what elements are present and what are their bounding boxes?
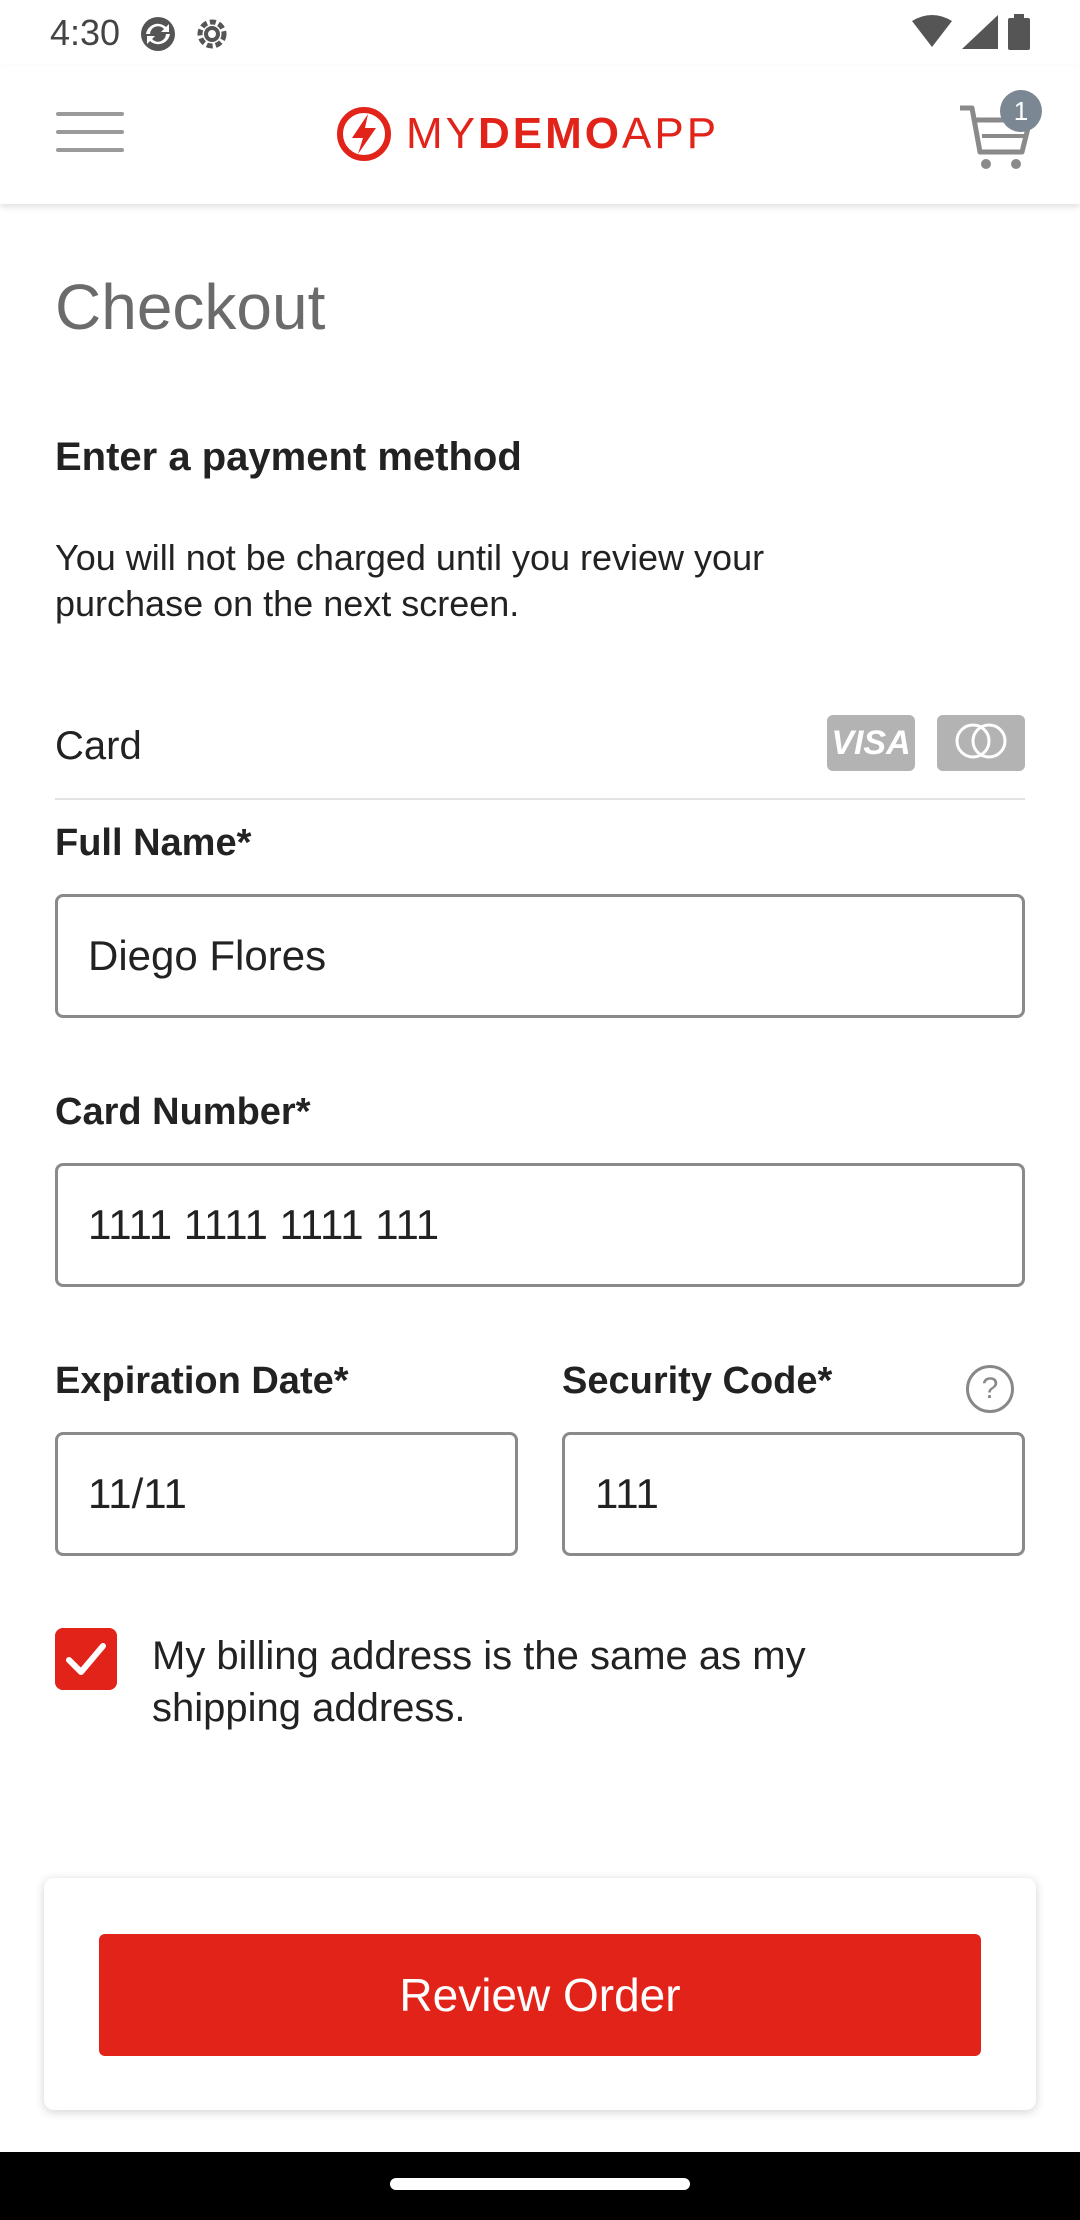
billing-same-checkbox[interactable] [55, 1628, 117, 1690]
wifi-icon [912, 15, 952, 47]
signal-icon [962, 15, 998, 49]
checkout-screen: 4:30 MYDEMOAPP 1 Checkout Enter a paymen… [0, 0, 1080, 2220]
system-nav-bar [0, 2152, 1080, 2220]
review-order-button[interactable]: Review Order [99, 1934, 981, 2056]
expiration-date-label: Expiration Date* [55, 1360, 349, 1402]
logo-text: MYDEMOAPP [406, 109, 720, 158]
card-number-label: Card Number* [55, 1091, 311, 1133]
full-name-input[interactable]: Diego Flores [55, 894, 1025, 1018]
status-bar: 4:30 [0, 0, 1080, 66]
home-gesture-handle[interactable] [390, 2178, 690, 2190]
review-order-panel: Review Order [44, 1878, 1036, 2110]
settings-gear-icon [197, 19, 227, 49]
help-icon[interactable]: ? [966, 1365, 1014, 1413]
menu-icon[interactable] [56, 112, 124, 152]
billing-same-label: My billing address is the same as my shi… [152, 1634, 806, 1730]
security-code-label: Security Code* [562, 1360, 833, 1402]
security-code-input[interactable]: 111 [562, 1432, 1025, 1556]
status-time: 4:30 [50, 12, 121, 53]
cart-count-badge: 1 [1000, 90, 1042, 132]
status-left-icons [138, 14, 232, 54]
expiration-date-input[interactable]: 11/11 [55, 1432, 518, 1556]
card-label: Card [55, 724, 142, 768]
section-description: You will not be charged until you review… [55, 537, 765, 624]
card-number-input[interactable]: 1111 1111 1111 111 [55, 1163, 1025, 1287]
status-right-icons [912, 14, 1030, 50]
visa-logo-icon: VISA [827, 715, 915, 771]
card-method-row: Card VISA [55, 710, 1025, 800]
app-logo: MYDEMOAPP [336, 104, 719, 164]
mastercard-logo-icon [937, 715, 1025, 771]
logo-bolt-icon [337, 107, 391, 161]
sync-icon [141, 17, 175, 51]
app-header: MYDEMOAPP 1 [0, 66, 1080, 204]
battery-icon [1008, 14, 1030, 50]
full-name-label: Full Name* [55, 822, 252, 864]
page-title: Checkout [55, 271, 326, 343]
section-title: Enter a payment method [55, 435, 522, 479]
